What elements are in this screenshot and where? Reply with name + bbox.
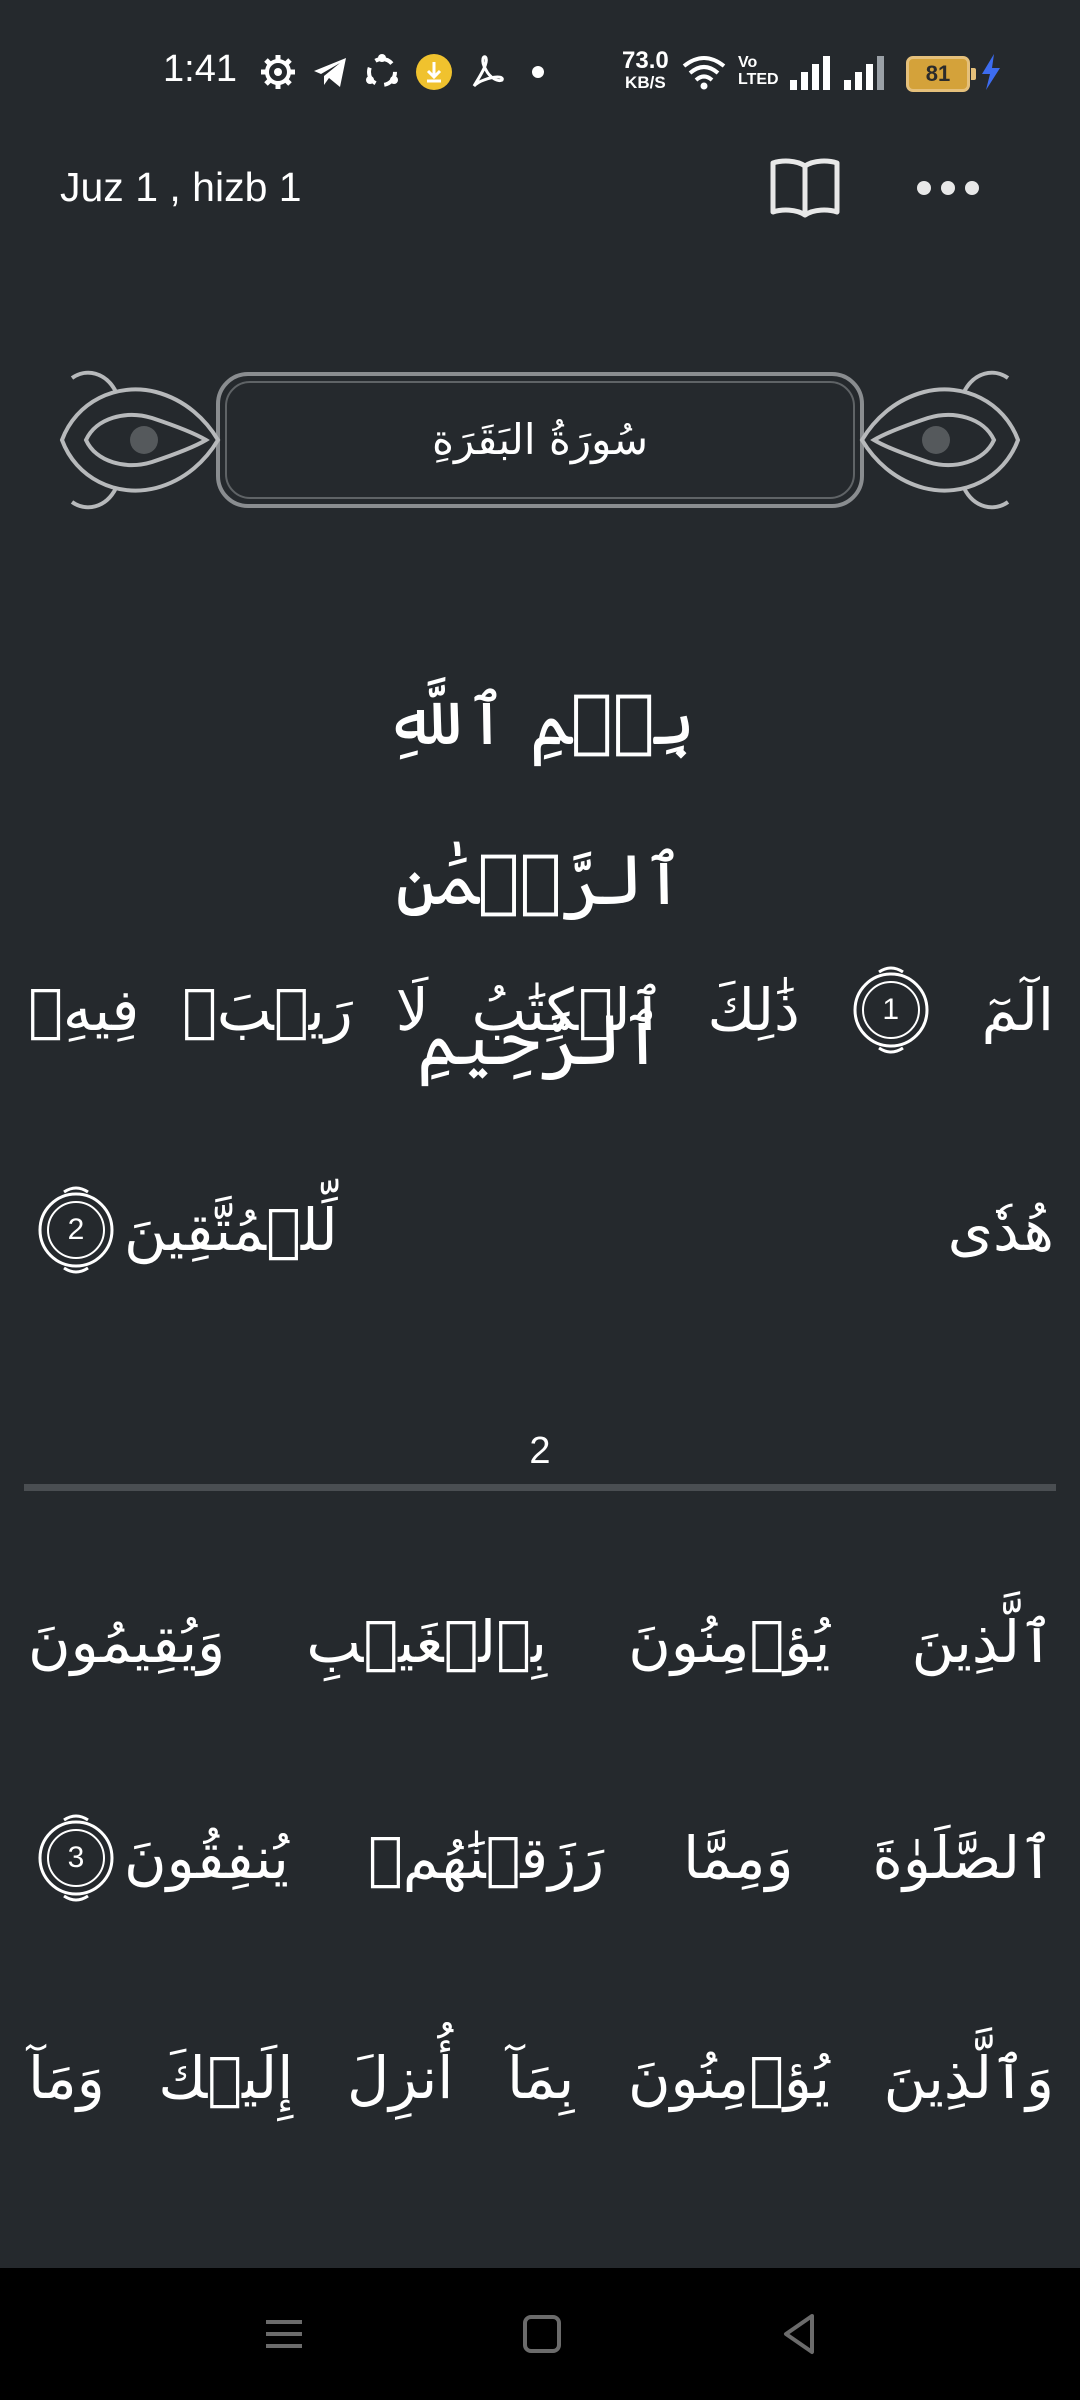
volte-indicator: Vo LTED — [738, 54, 779, 88]
ayah-line-1: الٓمٓ 1 ذَٰلِكَ ٱلۡكِتَٰبُ لَا رَيۡبَۛ ف… — [28, 960, 1054, 1060]
ayah-line-2-end: لِّلۡمُتَّقِينَ 2 — [28, 1180, 338, 1280]
wifi-icon — [682, 56, 726, 90]
menu-icon[interactable] — [258, 2308, 310, 2360]
word-razaqnahum[interactable]: رَزَقۡنَٰهُمۡ — [368, 1824, 604, 1892]
ayah-marker-1[interactable]: 1 — [849, 960, 933, 1060]
ayah-marker-2[interactable]: 2 — [34, 1180, 118, 1280]
word-yuminuna[interactable]: يُؤۡمِنُونَ — [628, 1608, 830, 1676]
ayah-line-3: ٱلَّذِينَ يُؤۡمِنُونَ بِٱلۡغَيۡبِ وَيُقِ… — [28, 1592, 1054, 1692]
back-icon[interactable] — [774, 2308, 826, 2360]
ayah-marker-3[interactable]: 3 — [34, 1808, 118, 1908]
word-dhalika[interactable]: ذَٰلِكَ — [707, 976, 799, 1044]
status-bar: 1:41 73.0 KB/S Vo LTED 81 — [0, 0, 1080, 140]
word-unzila[interactable]: أُنزِلَ — [347, 2044, 453, 2112]
word-rayba[interactable]: رَيۡبَۛ — [182, 976, 353, 1044]
ayah-line-5: وَٱلَّذِينَ يُؤۡمِنُونَ بِمَآ أُنزِلَ إِ… — [28, 2028, 1054, 2128]
charging-icon — [982, 54, 1000, 90]
ayah-line-4-end: يُنفِقُونَ 3 — [28, 1808, 289, 1908]
pdf-icon — [472, 55, 504, 88]
word-alkitab[interactable]: ٱلۡكِتَٰبُ — [472, 976, 665, 1044]
word-ilayka[interactable]: إِلَيۡكَ — [158, 2044, 293, 2112]
download-badge-icon — [416, 54, 452, 90]
word-walladhina[interactable]: وَٱلَّذِينَ — [884, 2044, 1054, 2112]
word-alif-lam-mim[interactable]: الٓمٓ — [982, 976, 1054, 1044]
word-yuminuna-2[interactable]: يُؤۡمِنُونَ — [628, 2044, 830, 2112]
battery-indicator: 81 — [906, 56, 976, 92]
system-nav-bar — [0, 2268, 1080, 2400]
word-hudan[interactable]: هُدٗى — [948, 1196, 1054, 1264]
word-wamimma[interactable]: وَمِمَّا — [683, 1824, 793, 1892]
page-divider — [24, 1484, 1056, 1491]
word-bilghaybi[interactable]: بِٱلۡغَيۡبِ — [306, 1608, 547, 1676]
status-time: 1:41 — [163, 48, 237, 90]
ayah-marker-number: 3 — [67, 1841, 85, 1874]
signal-icon — [790, 56, 830, 90]
settings-icon — [261, 55, 295, 89]
signal-icon-2 — [844, 56, 884, 90]
surah-name: سُورَةُ البَقَرَةِ — [431, 415, 649, 464]
word-assalata[interactable]: ٱلصَّلَوٰةَ — [872, 1824, 1054, 1892]
page-number: 2 — [529, 1430, 551, 1472]
more-options-icon[interactable] — [912, 164, 984, 212]
ayah-line-4: ٱلصَّلَوٰةَ وَمِمَّا رَزَقۡنَٰهُمۡ يُنفِ… — [28, 1808, 1054, 1908]
word-la[interactable]: لَا — [396, 976, 429, 1044]
net-speed-unit: KB/S — [625, 73, 666, 92]
word-alladhina[interactable]: ٱلَّذِينَ — [912, 1608, 1054, 1676]
book-icon[interactable] — [768, 154, 842, 220]
home-icon[interactable] — [516, 2308, 568, 2360]
net-speed-value: 73.0 — [622, 47, 669, 74]
juz-hizb-title: Juz 1 , hizb 1 — [60, 164, 302, 210]
bismillah: بِسۡمِ ٱللَّهِ ٱلرَّحۡمَٰنِ ٱلرَّحِيمِ — [384, 679, 696, 1081]
battery-level: 81 — [925, 61, 951, 86]
word-wama[interactable]: وَمَآ — [28, 2044, 105, 2112]
dot-icon — [532, 66, 544, 78]
net-speed: 73.0 KB/S — [622, 47, 669, 94]
word-bima[interactable]: بِمَآ — [507, 2044, 574, 2112]
word-wayuqimuna[interactable]: وَيُقِيمُونَ — [28, 1608, 225, 1676]
word-lilmuttaqin[interactable]: لِّلۡمُتَّقِينَ — [124, 1196, 338, 1264]
word-yunfiquna[interactable]: يُنفِقُونَ — [124, 1824, 289, 1892]
ayah-marker-number: 2 — [67, 1213, 85, 1246]
telegram-icon — [314, 58, 346, 87]
ayah-line-2: هُدٗى لِّلۡمُتَّقِينَ 2 — [28, 1180, 1054, 1280]
sync-icon — [366, 54, 398, 87]
ayah-marker-number: 1 — [882, 993, 900, 1026]
word-fihi[interactable]: فِيهِۛ — [28, 976, 139, 1044]
